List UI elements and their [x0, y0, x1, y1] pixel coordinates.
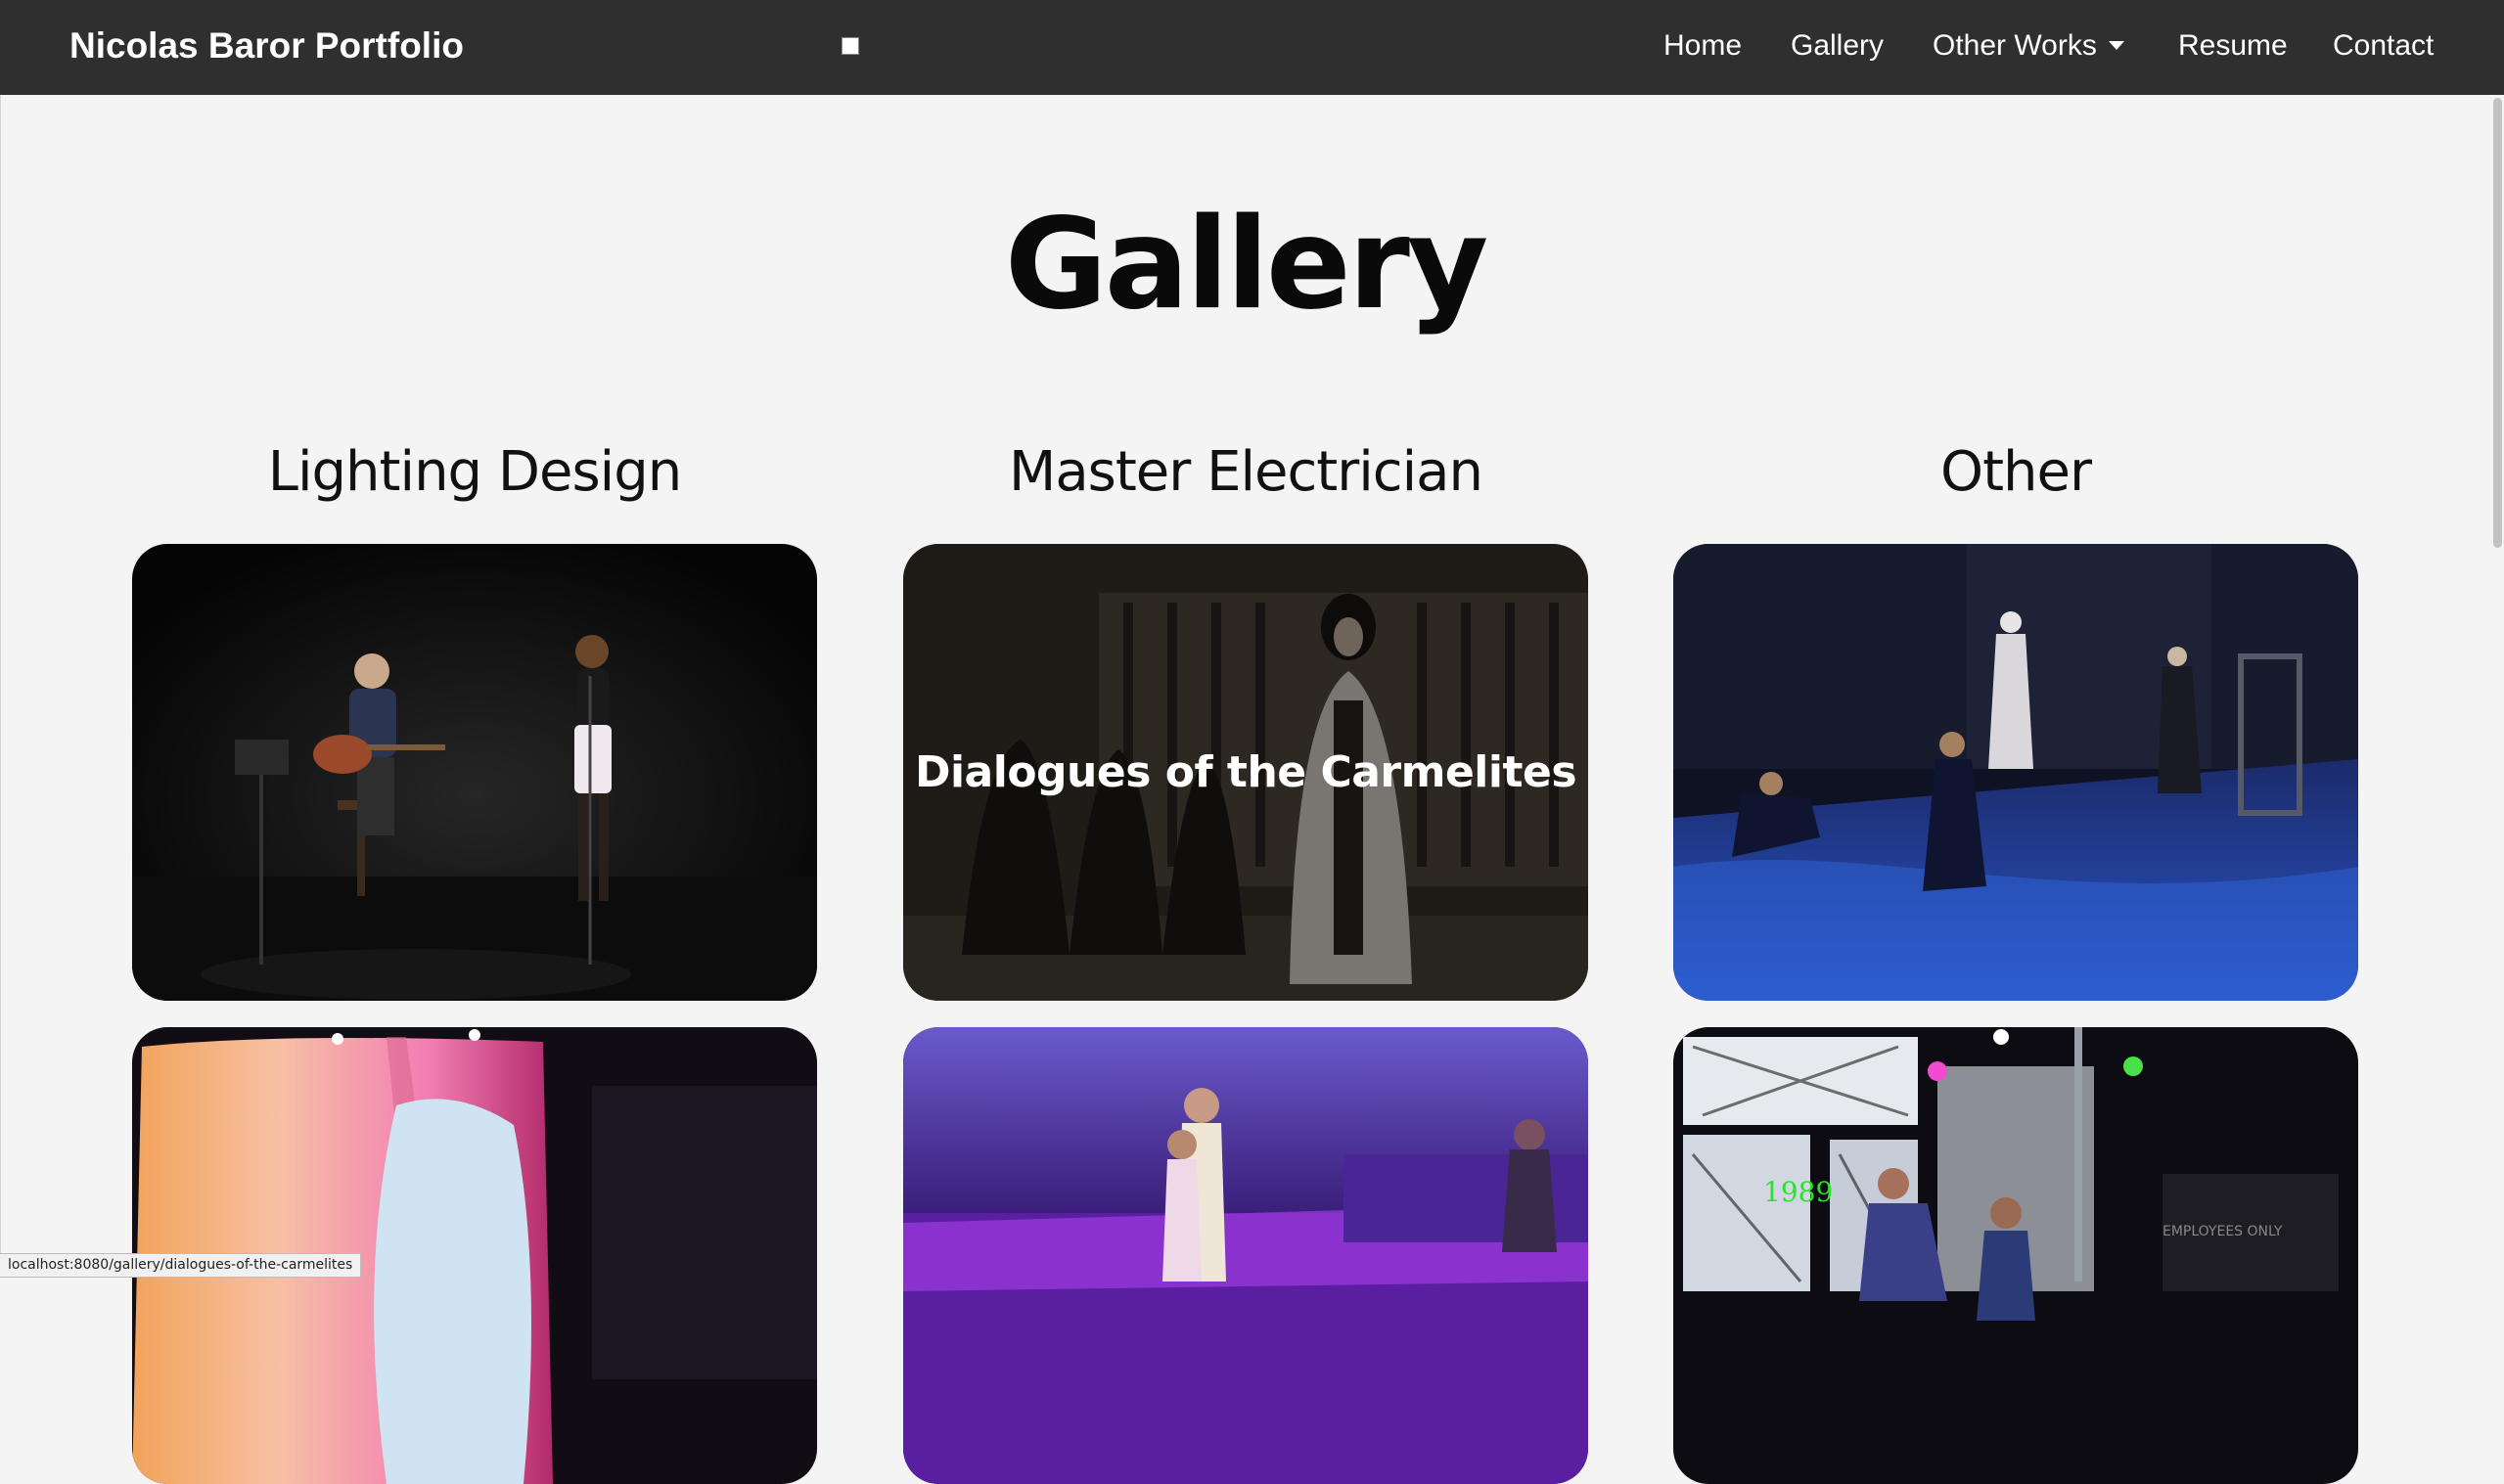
nav-links: Home Gallery Other Works Resume Contact [0, 29, 2504, 68]
nav-link-gallery[interactable]: Gallery [1791, 29, 1884, 63]
card-hover-overlay: Dialogues of the Carmelites [903, 544, 1588, 1001]
column-heading-master-electrician: Master Electrician [1009, 440, 1483, 504]
column-heading-lighting-design: Lighting Design [267, 440, 683, 504]
1989-stage-photo: 1989 EMPLOYEES ONLY [1673, 1027, 2358, 1484]
column-heading-other: Other [1939, 440, 2092, 504]
gallery-card-purple-stage[interactable] [903, 1027, 1588, 1484]
nav-link-other-works-label: Other Works [1933, 29, 2097, 62]
nav-link-other-works[interactable]: Other Works [1933, 29, 2124, 63]
page-title: Gallery [1004, 192, 1489, 337]
card-title: Dialogues of the Carmelites [914, 747, 1577, 797]
chevron-down-icon [2108, 40, 2124, 50]
top-navbar: Nicolas Baror Portfolio Home Gallery Oth… [0, 0, 2504, 95]
gallery-card-concert[interactable] [132, 544, 817, 1001]
nav-link-home[interactable]: Home [1663, 29, 1742, 63]
photo-text-1989: 1989 [1763, 1176, 1833, 1208]
gallery-card-stage-blue[interactable] [1673, 544, 2358, 1001]
photo-text-employees-only: EMPLOYEES ONLY [2163, 1224, 2283, 1239]
status-bar-url: localhost:8080/gallery/dialogues-of-the-… [0, 1253, 362, 1278]
purple-stage-photo [903, 1027, 1588, 1484]
nav-link-resume[interactable]: Resume [2178, 29, 2288, 63]
blue-stage-photo [1673, 544, 2358, 1001]
concert-photo [132, 544, 817, 1001]
gallery-card-1989[interactable]: 1989 EMPLOYEES ONLY [1673, 1027, 2358, 1484]
gallery-card-dialogues-of-the-carmelites[interactable]: Dialogues of the Carmelites [903, 544, 1588, 1001]
nav-link-contact[interactable]: Contact [2333, 29, 2434, 63]
page-scrollbar[interactable] [2493, 98, 2502, 548]
